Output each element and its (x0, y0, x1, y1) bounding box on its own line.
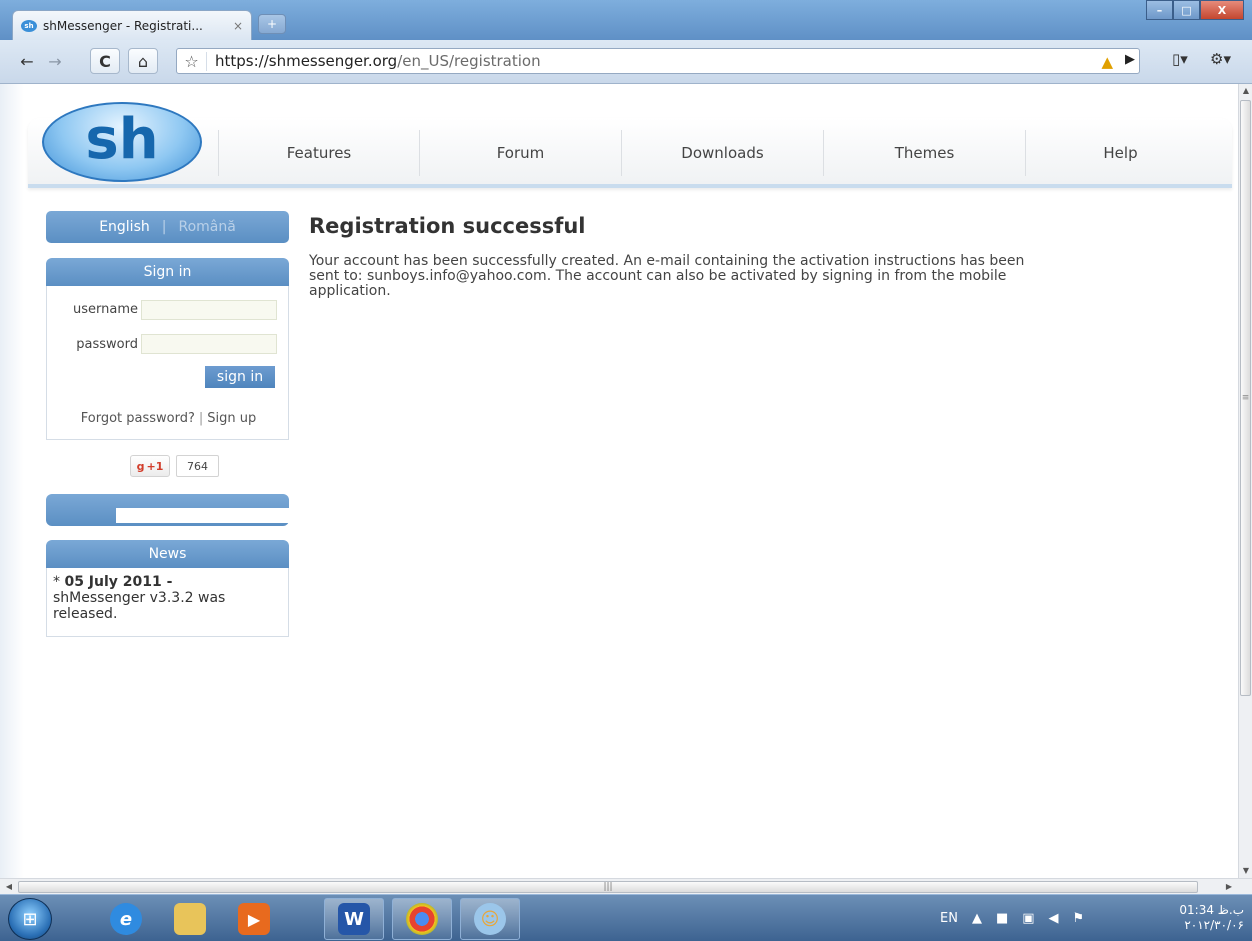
tab-title: shMessenger - Registrati... (43, 18, 203, 33)
signin-heading: Sign in (46, 258, 289, 286)
maximize-button[interactable]: □ (1173, 0, 1200, 20)
page-title: Registration successful (309, 214, 586, 238)
blank-overlay-bar (116, 508, 646, 523)
browser-tab[interactable]: sh shMessenger - Registrati... × (12, 10, 252, 40)
username-input[interactable] (141, 300, 277, 320)
new-tab-button[interactable]: + (258, 14, 286, 34)
taskbar-word[interactable]: W (324, 898, 384, 940)
warning-icon[interactable]: ▲ (1101, 53, 1113, 71)
horizontal-scrollbar[interactable]: ◀ ||| ▶ (0, 878, 1252, 894)
vertical-scroll-thumb[interactable]: ≡ (1240, 100, 1251, 696)
news-bullet: * (53, 574, 65, 590)
back-arrow-icon[interactable]: ← (16, 48, 38, 74)
tray-expand-icon[interactable]: ▲ (972, 911, 982, 926)
play-icon[interactable]: ▶ (1125, 52, 1135, 67)
signin-box: Sign in username password sign in Forgot… (46, 258, 289, 440)
taskbar-chrome[interactable] (392, 898, 452, 940)
wrench-icon[interactable]: ⚙▾ (1210, 50, 1231, 68)
signin-links: Forgot password? | Sign up (47, 411, 290, 426)
url-text: https://shmessenger.org/en_US/registrati… (215, 52, 541, 70)
forgot-password-link[interactable]: Forgot password? (81, 411, 195, 426)
taskbar-internet-explorer[interactable]: e (96, 898, 156, 940)
google-g-icon: g (136, 459, 145, 473)
windows-taskbar: ⊞ e ▶ W ☺ EN ▲ ■ ▣ ◀ ⚑ 01:34 ب.ظ ۲۰۱۲/۳۰… (0, 894, 1252, 941)
close-window-button[interactable]: X (1200, 0, 1244, 20)
page-background-edge (0, 84, 24, 878)
address-bar[interactable]: ☆ https://shmessenger.org/en_US/registra… (176, 48, 1140, 74)
taskbar-explorer[interactable] (160, 898, 220, 940)
nav-themes[interactable]: Themes (823, 130, 1025, 176)
taskbar-messenger[interactable]: ☺ (460, 898, 520, 940)
minimize-button[interactable]: – (1146, 0, 1173, 20)
language-romanian[interactable]: Română (178, 219, 235, 235)
clock-time: 01:34 ب.ظ (1179, 903, 1244, 917)
internet-explorer-icon: e (110, 903, 142, 935)
horizontal-scroll-thumb[interactable]: ||| (18, 881, 1198, 893)
nav-forum[interactable]: Forum (419, 130, 621, 176)
google-plus-button[interactable]: g +1 (130, 455, 170, 477)
scroll-left-icon[interactable]: ◀ (2, 879, 16, 895)
registration-message: Your account has been successfully creat… (309, 253, 1025, 299)
tray-language[interactable]: EN (940, 911, 958, 926)
news-date: 05 July 2011 - (64, 574, 173, 590)
star-icon[interactable]: ☆ (177, 51, 207, 71)
word-icon: W (338, 903, 370, 935)
signin-button[interactable]: sign in (205, 366, 275, 388)
username-label: username (73, 302, 138, 317)
tray-app-icon[interactable]: ■ (996, 911, 1008, 926)
language-english[interactable]: English (99, 219, 150, 235)
media-player-icon: ▶ (238, 903, 270, 935)
password-input[interactable] (141, 334, 277, 354)
vertical-scrollbar[interactable]: ▲ ≡ ▼ (1238, 84, 1252, 878)
language-selector: English | Română (46, 211, 289, 243)
page-menu-icon[interactable]: ▯▾ (1172, 50, 1188, 68)
news-heading: News (46, 540, 289, 568)
site-logo[interactable]: sh (42, 102, 202, 182)
scroll-up-icon[interactable]: ▲ (1239, 84, 1252, 98)
scroll-right-icon[interactable]: ▶ (1222, 879, 1236, 895)
google-plus-count: 764 (176, 455, 219, 477)
tab-close-icon[interactable]: × (233, 19, 243, 33)
start-button[interactable]: ⊞ (8, 898, 52, 940)
news-box: News * 05 July 2011 - shMessenger v3.3.2… (46, 540, 289, 637)
folder-icon (174, 903, 206, 935)
tray-network-icon[interactable]: ▣ (1022, 911, 1034, 926)
nav-help[interactable]: Help (1025, 130, 1215, 176)
nav-downloads[interactable]: Downloads (621, 130, 823, 176)
signin-form: username password sign in Forgot passwor… (46, 286, 289, 440)
forward-arrow-icon[interactable]: → (44, 48, 66, 74)
language-separator: | (161, 219, 167, 235)
taskbar-clock[interactable]: 01:34 ب.ظ ۲۰۱۲/۳۰/۰۶ (1179, 903, 1244, 933)
scroll-down-icon[interactable]: ▼ (1239, 864, 1252, 878)
google-plus-widget: g +1 764 (130, 455, 219, 477)
window-controls: – □ X (1146, 0, 1244, 20)
news-text: shMessenger v3.3.2 was released. (53, 590, 226, 622)
system-tray: EN ▲ ■ ▣ ◀ ⚑ (940, 895, 1098, 941)
tray-volume-icon[interactable]: ◀ (1049, 911, 1059, 926)
chrome-icon (406, 903, 438, 935)
messenger-icon: ☺ (474, 903, 506, 935)
clock-date: ۲۰۱۲/۳۰/۰۶ (1184, 918, 1244, 932)
page-viewport (0, 84, 1238, 878)
taskbar-media-player[interactable]: ▶ (224, 898, 284, 940)
password-label: password (76, 337, 138, 352)
signup-link[interactable]: Sign up (207, 411, 256, 426)
browser-title-bar: sh shMessenger - Registrati... × + – □ X (0, 0, 1252, 40)
site-favicon: sh (21, 19, 37, 32)
browser-toolbar: ← → C ⌂ ☆ https://shmessenger.org/en_US/… (0, 40, 1252, 84)
home-icon[interactable]: ⌂ (128, 48, 158, 74)
reload-icon[interactable]: C (90, 48, 120, 74)
tray-flag-icon[interactable]: ⚑ (1073, 911, 1085, 926)
links-separator: | (198, 411, 204, 426)
news-item: * 05 July 2011 - shMessenger v3.3.2 was … (46, 568, 289, 637)
nav-features[interactable]: Features (218, 130, 419, 176)
